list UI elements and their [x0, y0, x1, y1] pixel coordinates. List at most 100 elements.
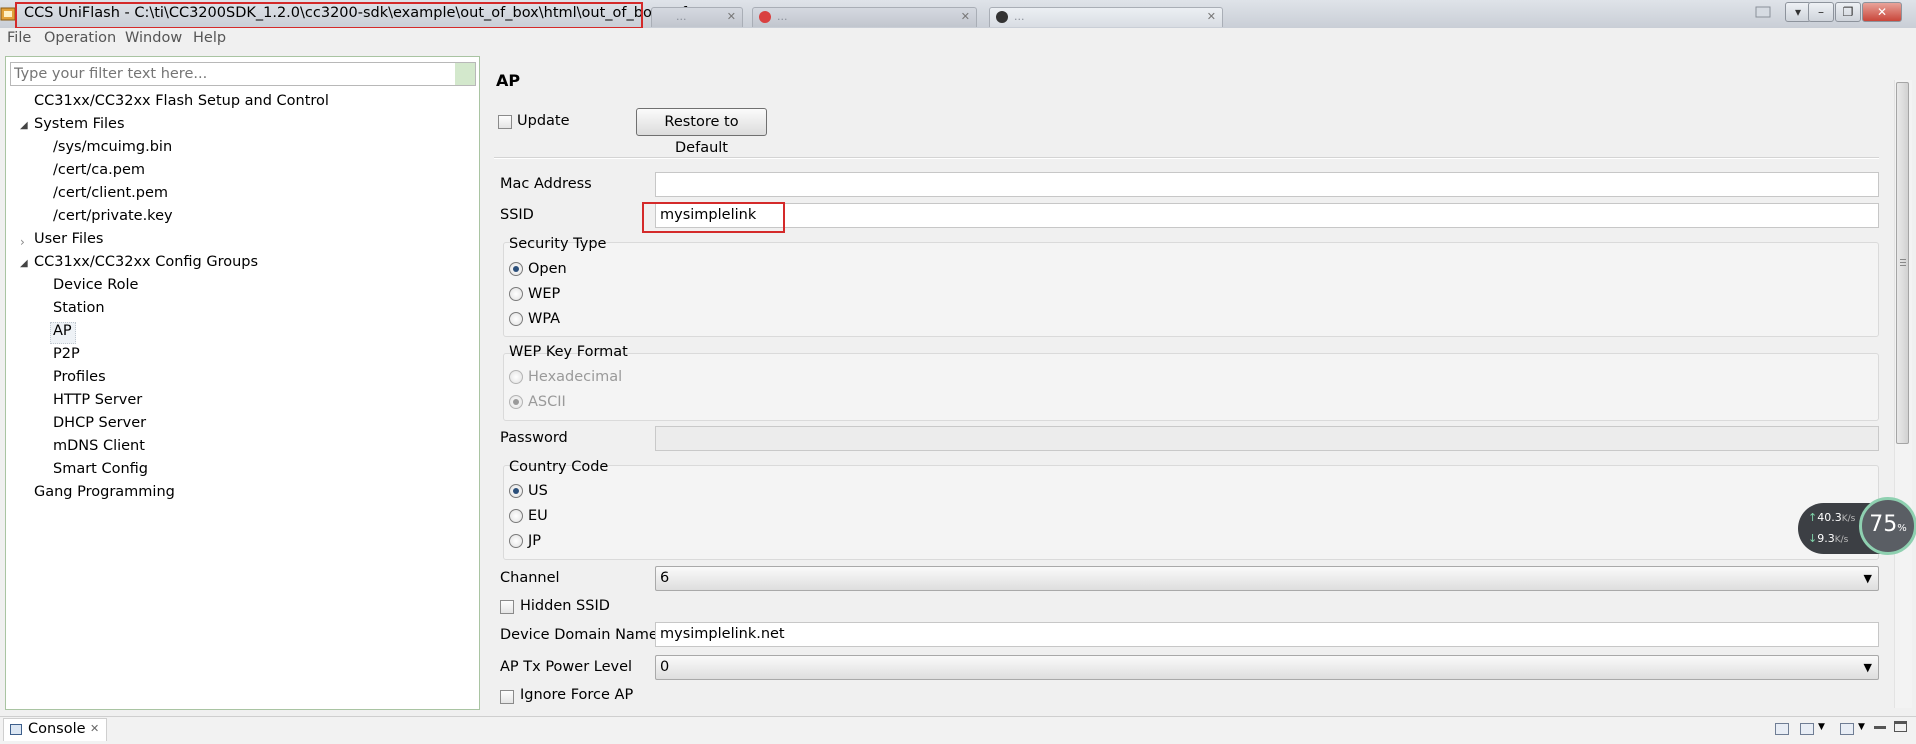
- country-us-radio[interactable]: [509, 484, 523, 498]
- channel-select[interactable]: 6 ▼: [655, 566, 1879, 591]
- background-tab-3[interactable]: ... ✕: [989, 7, 1223, 27]
- mac-address-label: Mac Address: [500, 176, 592, 192]
- console-bar: [0, 716, 1916, 744]
- tab-close-icon[interactable]: ✕: [727, 10, 736, 23]
- expanded-triangle-icon[interactable]: ◢: [20, 258, 28, 269]
- tree-item-flash-setup[interactable]: CC31xx/CC32xx Flash Setup and Control: [34, 93, 329, 109]
- ignore-force-ap-checkbox[interactable]: [500, 690, 514, 704]
- tree-item-dhcp-server[interactable]: DHCP Server: [53, 415, 146, 431]
- country-jp-radio[interactable]: [509, 534, 523, 548]
- console-tab-label: Console: [28, 721, 86, 737]
- wep-hex-radio: [509, 370, 523, 384]
- tab-list-icon[interactable]: [1755, 6, 1771, 18]
- minimize-button[interactable]: –: [1808, 2, 1834, 22]
- expanded-triangle-icon[interactable]: ◢: [20, 120, 28, 131]
- tx-power-label: AP Tx Power Level: [500, 659, 633, 675]
- download-unit: K/s: [1834, 535, 1849, 545]
- divider: [494, 158, 1879, 159]
- wep-key-format-group: [503, 353, 1879, 421]
- country-us-label: US: [528, 483, 548, 499]
- new-console-icon[interactable]: [1840, 723, 1854, 735]
- country-code-label: Country Code: [509, 459, 609, 475]
- dropdown-icon[interactable]: ▼: [1818, 722, 1825, 732]
- background-tab-2[interactable]: ... ✕: [752, 7, 977, 27]
- maximize-icon: ❐: [1842, 5, 1854, 19]
- dropdown-icon[interactable]: ▼: [1858, 722, 1865, 732]
- wep-ascii-label: ASCII: [528, 394, 566, 410]
- console-tab[interactable]: Console ✕: [3, 718, 107, 741]
- tree-item-config-groups[interactable]: CC31xx/CC32xx Config Groups: [34, 254, 258, 270]
- device-domain-field[interactable]: mysimplelink.net: [655, 622, 1879, 647]
- dropdown-icon: ▾: [1794, 5, 1802, 19]
- device-domain-label: Device Domain Name: [500, 627, 658, 643]
- tree-item-private-key[interactable]: /cert/private.key: [53, 208, 173, 224]
- restore-default-button[interactable]: Restore to Default: [636, 108, 767, 156]
- menu-operation[interactable]: Operation: [44, 30, 116, 46]
- menu-window[interactable]: Window: [125, 30, 182, 46]
- security-wpa-radio[interactable]: [509, 312, 523, 326]
- upload-value: 40.3: [1817, 511, 1842, 524]
- maximize-button[interactable]: ❐: [1835, 2, 1861, 22]
- tab-title: ...: [1014, 10, 1025, 23]
- usage-percent: 75: [1869, 512, 1898, 537]
- tree-item-mcuimg[interactable]: /sys/mcuimg.bin: [53, 139, 172, 155]
- console-icon: [10, 724, 22, 735]
- filter-input[interactable]: [10, 62, 476, 86]
- channel-value: 6: [660, 570, 670, 586]
- tab-close-icon[interactable]: ✕: [961, 10, 970, 23]
- ssid-field[interactable]: mysimplelink: [655, 203, 1879, 228]
- tab-close-icon[interactable]: ✕: [1207, 10, 1216, 23]
- tree-item-ca-pem[interactable]: /cert/ca.pem: [53, 162, 145, 178]
- mac-address-field[interactable]: [655, 172, 1879, 197]
- clear-filter-icon[interactable]: [455, 63, 475, 85]
- display-console-icon[interactable]: [1800, 723, 1814, 735]
- update-checkbox[interactable]: [498, 115, 512, 129]
- tree-item-mdns-client[interactable]: mDNS Client: [53, 438, 145, 454]
- country-eu-radio[interactable]: [509, 509, 523, 523]
- collapsed-triangle-icon[interactable]: ›: [20, 235, 25, 249]
- title-highlight-box: [15, 2, 643, 29]
- close-button[interactable]: ✕: [1862, 2, 1902, 22]
- tx-power-select[interactable]: 0 ▼: [655, 655, 1879, 680]
- tree-item-profiles[interactable]: Profiles: [53, 369, 106, 385]
- tree-item-gang-programming[interactable]: Gang Programming: [34, 484, 175, 500]
- tree-item-system-files[interactable]: System Files: [34, 116, 125, 132]
- country-jp-label: JP: [528, 533, 542, 549]
- country-code-group: [503, 465, 1879, 560]
- scrollbar-thumb[interactable]: [1896, 82, 1909, 444]
- tree-item-p2p[interactable]: P2P: [53, 346, 80, 362]
- download-arrow-icon: ↓: [1808, 532, 1818, 545]
- background-tab-1[interactable]: ... ✕: [651, 7, 743, 27]
- tree-item-ap[interactable]: AP: [53, 323, 72, 339]
- open-console-icon[interactable]: [1775, 723, 1789, 735]
- menu-file[interactable]: File: [7, 30, 31, 46]
- minimize-view-icon[interactable]: [1874, 726, 1886, 729]
- maximize-view-icon[interactable]: [1894, 721, 1907, 732]
- wep-hex-label: Hexadecimal: [528, 369, 623, 385]
- security-wpa-label: WPA: [528, 311, 561, 327]
- menu-help[interactable]: Help: [193, 30, 226, 46]
- percent-sign: %: [1897, 523, 1907, 534]
- security-wep-label: WEP: [528, 286, 561, 302]
- wep-ascii-radio: [509, 395, 523, 409]
- hidden-ssid-label: Hidden SSID: [520, 598, 610, 614]
- dropdown-arrow-icon: ▼: [1863, 572, 1872, 585]
- tree-item-station[interactable]: Station: [53, 300, 105, 316]
- console-close-icon[interactable]: ✕: [90, 722, 99, 735]
- channel-label: Channel: [500, 570, 560, 586]
- security-wep-radio[interactable]: [509, 287, 523, 301]
- tree-item-smart-config[interactable]: Smart Config: [53, 461, 148, 477]
- security-open-label: Open: [528, 261, 567, 277]
- password-label: Password: [500, 430, 568, 446]
- tree-item-client-pem[interactable]: /cert/client.pem: [53, 185, 168, 201]
- tree-item-http-server[interactable]: HTTP Server: [53, 392, 142, 408]
- country-eu-label: EU: [528, 508, 548, 524]
- menu-bar: [0, 28, 1916, 50]
- hidden-ssid-checkbox[interactable]: [500, 600, 514, 614]
- download-value: 9.3: [1817, 532, 1835, 545]
- tree-item-user-files[interactable]: User Files: [34, 231, 103, 247]
- tree-item-device-role[interactable]: Device Role: [53, 277, 138, 293]
- security-open-radio[interactable]: [509, 262, 523, 276]
- dropdown-arrow-icon: ▼: [1863, 661, 1872, 674]
- upload-arrow-icon: ↑: [1808, 511, 1818, 524]
